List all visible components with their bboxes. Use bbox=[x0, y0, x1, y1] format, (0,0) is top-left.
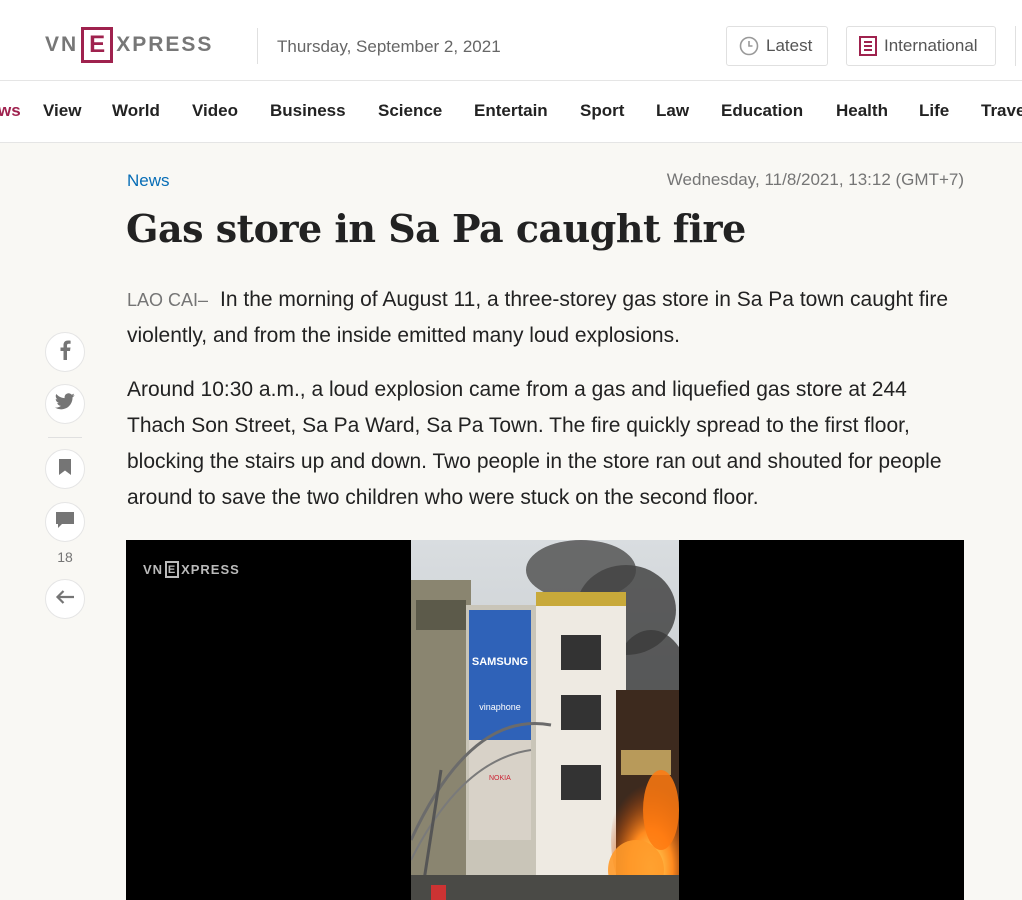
facebook-share-button[interactable] bbox=[45, 332, 85, 372]
bookmark-icon bbox=[58, 458, 72, 481]
logo-box-letter: E bbox=[89, 31, 106, 58]
publish-date: Wednesday, 11/8/2021, 13:12 (GMT+7) bbox=[666, 170, 964, 189]
article-category[interactable]: News bbox=[127, 171, 170, 191]
comment-count: 18 bbox=[57, 549, 73, 565]
nav-item-view[interactable]: View bbox=[43, 101, 81, 121]
article-title: Gas store in Sa Pa caught fire bbox=[126, 206, 746, 251]
nav-item-law[interactable]: Law bbox=[656, 101, 689, 121]
video-frame-fire-scene: SAMSUNG vinaphone NOKIA bbox=[411, 540, 679, 900]
nav-item-entertain[interactable]: Entertain bbox=[474, 101, 548, 121]
back-arrow-icon bbox=[55, 589, 75, 610]
nav-item-world[interactable]: World bbox=[112, 101, 160, 121]
nav-item-news[interactable]: ws bbox=[0, 101, 21, 121]
video-logo-left: VN bbox=[143, 562, 164, 577]
latest-button[interactable]: Latest bbox=[726, 26, 828, 66]
nav-item-travel[interactable]: Trave bbox=[981, 101, 1022, 121]
twitter-icon bbox=[54, 393, 75, 415]
vnexpress-logo[interactable]: VN E XPRESS bbox=[45, 27, 213, 63]
dateline-location: LAO CAI– bbox=[127, 290, 209, 310]
top-header: VN E XPRESS Thursday, September 2, 2021 … bbox=[0, 0, 1022, 81]
bookmark-button[interactable] bbox=[45, 449, 85, 489]
nav-item-health[interactable]: Health bbox=[836, 101, 888, 121]
facebook-icon bbox=[58, 340, 72, 365]
article-paragraph: Around 10:30 a.m., a loud explosion came… bbox=[127, 378, 942, 509]
logo-box: E bbox=[81, 27, 114, 63]
sign-nokia: NOKIA bbox=[489, 775, 511, 782]
clock-icon bbox=[739, 36, 759, 56]
video-player[interactable]: VN E XPRESS SAMSUNG vinaphone NOKIA bbox=[126, 540, 964, 900]
video-watermark: VN E XPRESS bbox=[143, 561, 240, 578]
comment-icon bbox=[55, 511, 75, 534]
international-button[interactable]: International bbox=[846, 26, 996, 66]
video-logo-box: E bbox=[165, 561, 180, 578]
nav-item-business[interactable]: Business bbox=[270, 101, 346, 121]
video-logo-box-letter: E bbox=[167, 563, 177, 576]
nav-item-education[interactable]: Education bbox=[721, 101, 803, 121]
nav-item-sport[interactable]: Sport bbox=[580, 101, 624, 121]
international-label: International bbox=[884, 36, 978, 55]
header-divider bbox=[257, 28, 258, 64]
main-nav: ws View World Video Business Science Ent… bbox=[0, 81, 1022, 143]
latest-label: Latest bbox=[766, 36, 813, 55]
social-divider bbox=[48, 437, 82, 438]
nav-item-life[interactable]: Life bbox=[919, 101, 949, 121]
nav-item-science[interactable]: Science bbox=[378, 101, 442, 121]
logo-text-left: VN bbox=[45, 33, 79, 56]
video-logo-right: XPRESS bbox=[181, 562, 240, 577]
lead-text: In the morning of August 11, a three-sto… bbox=[127, 288, 949, 347]
comment-button[interactable] bbox=[45, 502, 85, 542]
article-lead: LAO CAI– In the morning of August 11, a t… bbox=[127, 282, 967, 354]
header-date: Thursday, September 2, 2021 bbox=[277, 37, 501, 56]
twitter-share-button[interactable] bbox=[45, 384, 85, 424]
nav-item-video[interactable]: Video bbox=[192, 101, 238, 121]
back-button[interactable] bbox=[45, 579, 85, 619]
sign-samsung: SAMSUNG bbox=[472, 656, 528, 668]
logo-text-right: XPRESS bbox=[116, 33, 214, 56]
header-overflow-button[interactable] bbox=[1015, 26, 1022, 66]
international-icon bbox=[859, 36, 877, 56]
sign-vinaphone: vinaphone bbox=[479, 702, 521, 712]
